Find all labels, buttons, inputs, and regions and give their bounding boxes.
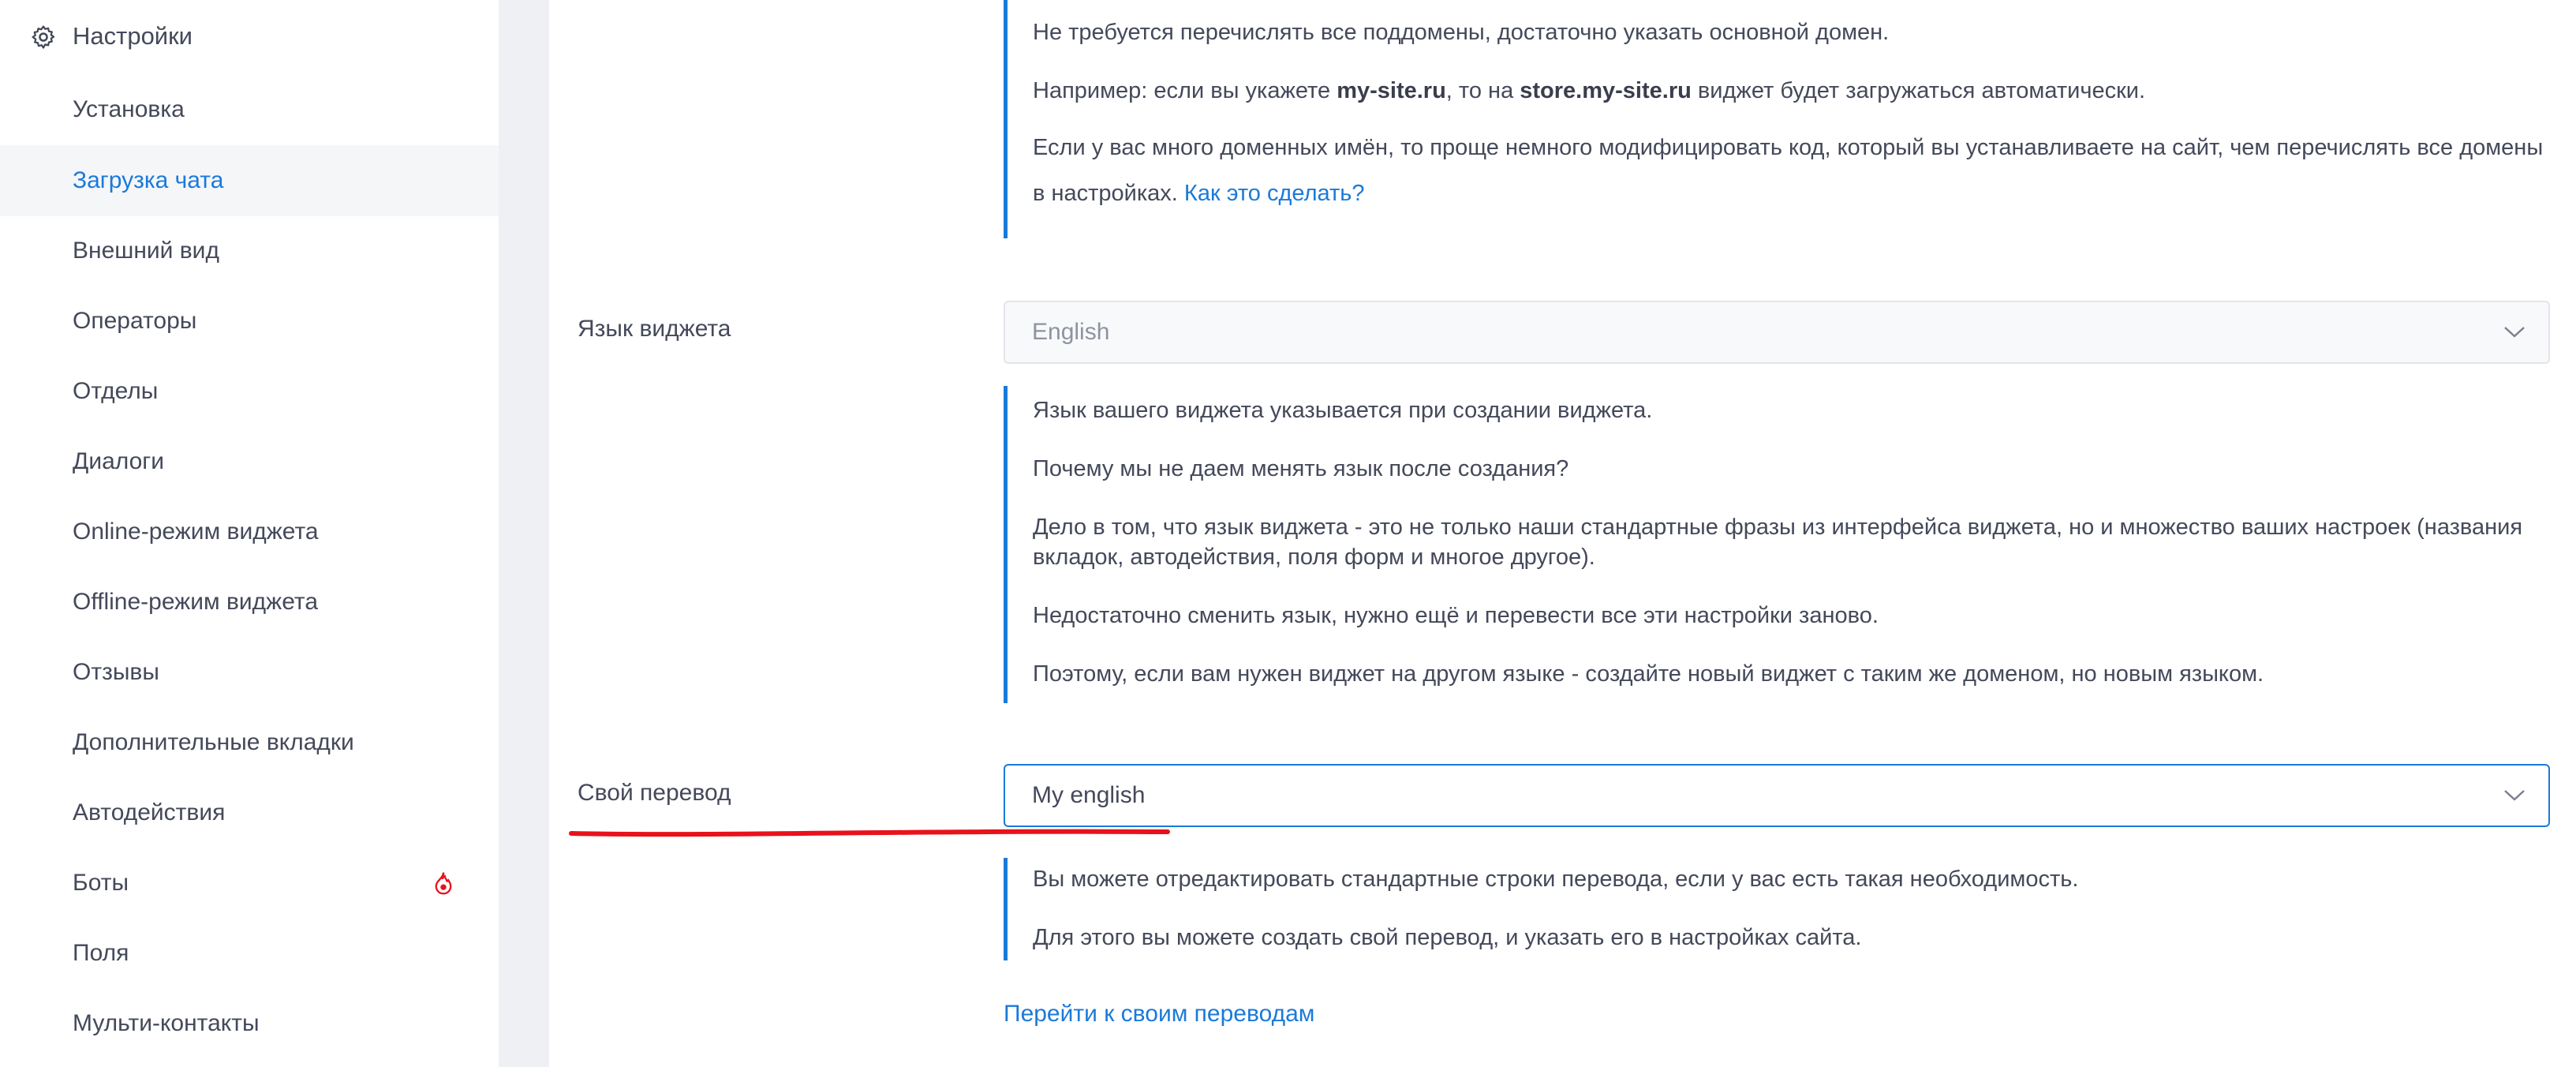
main-content: Не требуется перечислять все поддомены, … xyxy=(549,0,2576,1067)
sidebar: Настройки Установка Загрузка чата Внешни… xyxy=(0,0,499,1067)
sidebar-item-label: Дополнительные вкладки xyxy=(73,729,354,755)
widget-language-label: Язык виджета xyxy=(578,316,731,342)
gear-icon xyxy=(32,25,55,49)
domain-note-line3: Если у вас много доменных имён, то проще… xyxy=(1033,125,2550,216)
domain-example-sub: store.my-site.ru xyxy=(1520,78,1692,103)
domain-note-line1: Не требуется перечислять все поддомены, … xyxy=(1033,20,1890,45)
sidebar-item-multi-contacts[interactable]: Мульти-контакты xyxy=(0,988,499,1059)
sidebar-item-label: Боты xyxy=(73,870,129,896)
language-note-2: Почему мы не даем менять язык после созд… xyxy=(1033,456,1569,481)
sidebar-item-reviews[interactable]: Отзывы xyxy=(0,637,499,708)
translation-note-2: Для этого вы можете создать свой перевод… xyxy=(1033,925,1862,950)
sidebar-item-online-mode[interactable]: Online-режим виджета xyxy=(0,496,499,567)
sidebar-item-label: Мульти-контакты xyxy=(73,1010,260,1036)
how-to-link[interactable]: Как это сделать? xyxy=(1184,181,1365,206)
sidebar-item-departments[interactable]: Отделы xyxy=(0,356,499,427)
sidebar-item-label: Диалоги xyxy=(73,448,164,474)
sidebar-item-fields[interactable]: Поля xyxy=(0,918,499,989)
language-note-3: Дело в том, что язык виджета - это не то… xyxy=(1033,515,2523,570)
custom-translation-select[interactable]: My english xyxy=(1004,764,2550,827)
custom-translation-label: Свой перевод xyxy=(578,780,731,806)
sidebar-item-label: Отделы xyxy=(73,378,159,404)
sidebar-item-label: Внешний вид xyxy=(73,238,219,264)
custom-translation-value: My english xyxy=(1032,782,1146,808)
domain-example-main: my-site.ru xyxy=(1337,78,1446,103)
go-to-translations-link[interactable]: Перейти к своим переводам xyxy=(1004,1001,1314,1028)
widget-language-note: Язык вашего виджета указывается при созд… xyxy=(1004,386,2550,703)
translation-note-1: Вы можете отредактировать стандартные ст… xyxy=(1033,867,2079,892)
sidebar-item-label: Загрузка чата xyxy=(73,167,224,193)
sidebar-item-label: Поля xyxy=(73,940,129,966)
sidebar-item-dialogs[interactable]: Диалоги xyxy=(0,426,499,497)
sidebar-item-label: Online-режим виджета xyxy=(73,519,319,545)
widget-language-select[interactable]: English xyxy=(1004,301,2550,364)
chevron-down-icon xyxy=(2504,327,2525,338)
language-note-1: Язык вашего виджета указывается при созд… xyxy=(1033,398,1653,423)
sidebar-item-appearance[interactable]: Внешний вид xyxy=(0,215,499,286)
chevron-down-icon xyxy=(2504,790,2525,801)
content-gutter xyxy=(499,0,549,1067)
domain-help-note: Не требуется перечислять все поддомены, … xyxy=(1004,0,2550,238)
flame-icon xyxy=(435,872,452,895)
sidebar-item-extra-tabs[interactable]: Дополнительные вкладки xyxy=(0,707,499,778)
sidebar-item-chat-loading[interactable]: Загрузка чата xyxy=(0,145,499,216)
custom-translation-note: Вы можете отредактировать стандартные ст… xyxy=(1004,858,2550,960)
sidebar-item-label: Отзывы xyxy=(73,659,159,685)
sidebar-header-label: Настройки xyxy=(73,22,193,50)
widget-language-value: English xyxy=(1032,319,1110,345)
language-note-5: Поэтому, если вам нужен виджет на другом… xyxy=(1033,661,2264,687)
sidebar-item-operators[interactable]: Операторы xyxy=(0,286,499,357)
sidebar-item-label: Установка xyxy=(73,96,185,122)
sidebar-item-offline-mode[interactable]: Offline-режим виджета xyxy=(0,567,499,638)
sidebar-item-label: Операторы xyxy=(73,308,197,334)
sidebar-header-settings[interactable]: Настройки xyxy=(0,0,499,74)
domain-note-line2: Например: если вы укажете my-site.ru, то… xyxy=(1033,76,2550,106)
language-note-4: Недостаточно сменить язык, нужно ещё и п… xyxy=(1033,603,1879,628)
domain-note-line2-pre: Например: если вы укажете xyxy=(1033,78,1337,103)
sidebar-item-install[interactable]: Установка xyxy=(0,74,499,145)
sidebar-item-label: Offline-режим виджета xyxy=(73,589,319,615)
sidebar-item-autoactions[interactable]: Автодействия xyxy=(0,777,499,848)
domain-note-line2-post: виджет будет загружаться автоматически. xyxy=(1691,78,2146,103)
domain-note-line2-mid: , то на xyxy=(1445,78,1520,103)
sidebar-item-label: Автодействия xyxy=(73,799,226,826)
sidebar-item-bots[interactable]: Боты xyxy=(0,848,499,919)
